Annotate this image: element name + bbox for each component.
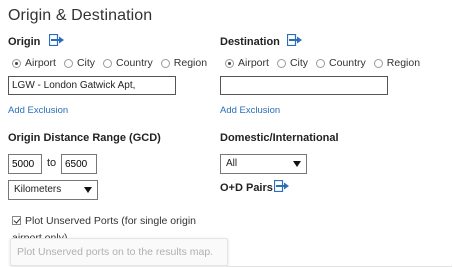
od-pairs-label: O+D Pairs [220,182,273,194]
origin-radio-country[interactable]: Country [103,57,153,69]
origin-type-radios: Airport City Country Region [12,57,215,69]
origin-radio-region[interactable]: Region [160,57,207,69]
destination-add-exclusion-link[interactable]: Add Exclusion [220,105,280,116]
destination-radio-country[interactable]: Country [316,57,366,69]
domestic-international-label: Domestic/International [220,132,339,144]
destination-type-radios: Airport City Country Region [225,57,428,69]
section-title: Origin & Destination [8,7,153,24]
origin-radio-airport[interactable]: Airport [12,57,56,69]
origin-radio-city[interactable]: City [63,57,95,69]
chevron-down-icon [293,161,301,167]
destination-radio-region[interactable]: Region [373,57,420,69]
plot-unserved-checkbox[interactable] [12,216,21,225]
import-export-icon[interactable] [49,34,65,46]
distance-max-input[interactable] [61,154,97,174]
destination-radio-city[interactable]: City [276,57,308,69]
distance-min-input[interactable] [8,154,42,174]
destination-input[interactable] [220,76,388,95]
destination-label: Destination [220,36,280,48]
origin-input[interactable] [8,76,176,95]
origin-label: Origin [8,36,41,48]
origin-add-exclusion-link[interactable]: Add Exclusion [8,105,68,116]
import-export-icon[interactable] [274,180,290,192]
destination-radio-airport[interactable]: Airport [225,57,269,69]
chevron-down-icon [84,187,92,193]
import-export-icon[interactable] [287,34,303,46]
distance-unit-select[interactable]: Kilometers [8,180,98,200]
domestic-international-select[interactable]: All [220,154,307,174]
to-label: to [47,157,57,169]
distance-range-label: Origin Distance Range (GCD) [8,132,161,144]
tooltip: Plot Unserved ports on to the results ma… [10,238,228,266]
